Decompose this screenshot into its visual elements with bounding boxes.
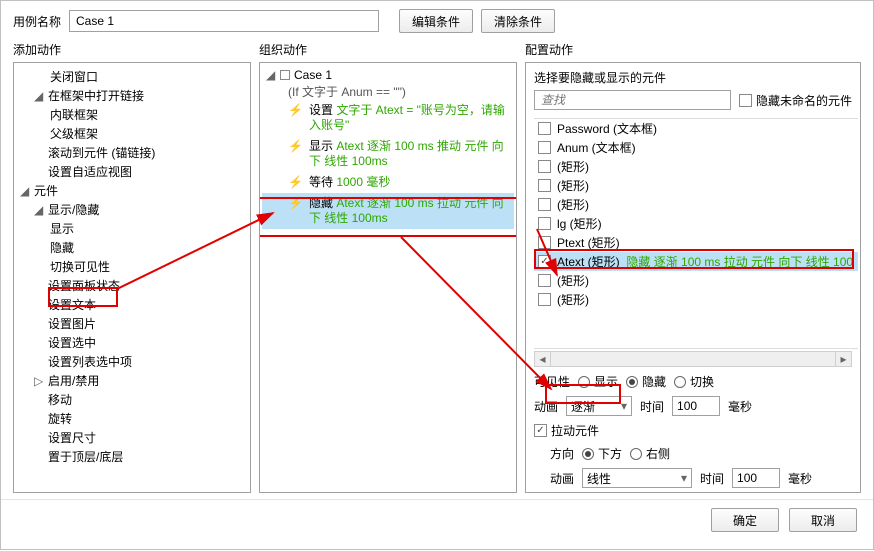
visibility-label: 可见性 <box>534 373 570 390</box>
time-input[interactable] <box>672 396 720 416</box>
list-item[interactable]: (矩形) <box>534 157 858 176</box>
edit-condition-button[interactable]: 编辑条件 <box>399 9 473 33</box>
direction-label: 方向 <box>550 445 574 462</box>
tree-hide[interactable]: 隐藏 <box>14 238 250 257</box>
tree-bring-to[interactable]: 置于顶层/底层 <box>14 447 250 466</box>
animation-select[interactable]: 逐渐▾ <box>566 396 632 416</box>
configure-action-panel: 选择要隐藏或显示的元件 隐藏未命名的元件 Password (文本框) Anum… <box>525 62 861 493</box>
tree-group-widget[interactable]: ◢元件 <box>14 181 250 200</box>
list-item[interactable]: (矩形) <box>534 176 858 195</box>
tree-panel-state[interactable]: 设置面板状态 <box>14 276 250 295</box>
ok-button[interactable]: 确定 <box>711 508 779 532</box>
animation2-select[interactable]: 线性▾ <box>582 468 692 488</box>
radio-toggle[interactable]: 切换 <box>674 373 714 390</box>
radio-hide[interactable]: 隐藏 <box>626 373 666 390</box>
org-case[interactable]: ◢Case 1 <box>262 67 514 83</box>
radio-show[interactable]: 显示 <box>578 373 618 390</box>
list-item[interactable]: (矩形) <box>534 271 858 290</box>
radio-right[interactable]: 右侧 <box>630 445 670 462</box>
radio-down[interactable]: 下方 <box>582 445 622 462</box>
tree-set-list-selected[interactable]: 设置列表选中项 <box>14 352 250 371</box>
choose-widgets-label: 选择要隐藏或显示的元件 <box>534 69 852 86</box>
horizontal-scrollbar[interactable]: ◂▸ <box>534 351 852 367</box>
tree-parent-frame[interactable]: 父级框架 <box>14 124 250 143</box>
time2-label: 时间 <box>700 470 724 487</box>
list-item[interactable]: lg (矩形) <box>534 214 858 233</box>
time-unit: 毫秒 <box>728 398 752 415</box>
clear-condition-button[interactable]: 清除条件 <box>481 9 555 33</box>
org-action-hide[interactable]: ⚡隐藏 Atext 逐渐 100 ms 拉动 元件 向下 线性 100ms <box>262 193 514 229</box>
org-condition: (If 文字于 Anum == "") <box>262 83 514 100</box>
tree-move[interactable]: 移动 <box>14 390 250 409</box>
organize-action-header: 组织动作 <box>259 41 517 58</box>
hide-unnamed-checkbox[interactable]: 隐藏未命名的元件 <box>739 92 852 109</box>
list-item[interactable]: (矩形) <box>534 290 858 309</box>
tree-rotate[interactable]: 旋转 <box>14 409 250 428</box>
case-name-input[interactable] <box>69 10 379 32</box>
widget-search-input[interactable] <box>534 90 731 110</box>
pull-widgets-checkbox[interactable]: 拉动元件 <box>534 422 599 439</box>
org-action-set[interactable]: ⚡设置 文字于 Atext = "账号为空，请输入账号" <box>262 100 514 136</box>
case-name-label: 用例名称 <box>13 13 61 30</box>
org-action-show[interactable]: ⚡显示 Atext 逐渐 100 ms 推动 元件 向下 线性 100ms <box>262 136 514 172</box>
org-action-wait[interactable]: ⚡等待 1000 毫秒 <box>262 172 514 193</box>
list-item[interactable]: (矩形) <box>534 195 858 214</box>
tree-toggle-visibility[interactable]: 切换可见性 <box>14 257 250 276</box>
list-item[interactable]: Anum (文本框) <box>534 138 858 157</box>
time2-input[interactable] <box>732 468 780 488</box>
tree-set-selected[interactable]: 设置选中 <box>14 333 250 352</box>
organize-action-panel: ◢Case 1 (If 文字于 Anum == "") ⚡设置 文字于 Atex… <box>259 62 517 493</box>
widget-list: Password (文本框) Anum (文本框) (矩形) (矩形) (矩形)… <box>534 118 858 349</box>
tree-open-in-frame[interactable]: ◢在框架中打开链接 <box>14 86 250 105</box>
animation-label: 动画 <box>534 398 558 415</box>
list-item-atext[interactable]: Atext (矩形) 隐藏 逐渐 100 ms 拉动 元件 向下 线性 100 <box>534 252 858 271</box>
tree-set-size[interactable]: 设置尺寸 <box>14 428 250 447</box>
configure-action-header: 配置动作 <box>525 41 861 58</box>
time2-unit: 毫秒 <box>788 470 812 487</box>
animation2-label: 动画 <box>550 470 574 487</box>
add-action-header: 添加动作 <box>13 41 251 58</box>
tree-scroll-to[interactable]: 滚动到元件 (锚链接) <box>14 143 250 162</box>
add-action-panel: 关闭窗口 ◢在框架中打开链接 内联框架 父级框架 滚动到元件 (锚链接) 设置自… <box>13 62 251 493</box>
list-item[interactable]: Ptext (矩形) <box>534 233 858 252</box>
cancel-button[interactable]: 取消 <box>789 508 857 532</box>
tree-inline-frame[interactable]: 内联框架 <box>14 105 250 124</box>
tree-enable-disable[interactable]: ▷启用/禁用 <box>14 371 250 390</box>
list-item[interactable]: Password (文本框) <box>534 119 858 138</box>
tree-set-image[interactable]: 设置图片 <box>14 314 250 333</box>
tree-show[interactable]: 显示 <box>14 219 250 238</box>
tree-close-window[interactable]: 关闭窗口 <box>14 67 250 86</box>
time-label: 时间 <box>640 398 664 415</box>
tree-show-hide[interactable]: ◢显示/隐藏 <box>14 200 250 219</box>
dialog-footer: 确定 取消 <box>1 499 873 540</box>
tree-adaptive-view[interactable]: 设置自适应视图 <box>14 162 250 181</box>
top-bar: 用例名称 编辑条件 清除条件 <box>1 1 873 41</box>
tree-set-text[interactable]: 设置文本 <box>14 295 250 314</box>
